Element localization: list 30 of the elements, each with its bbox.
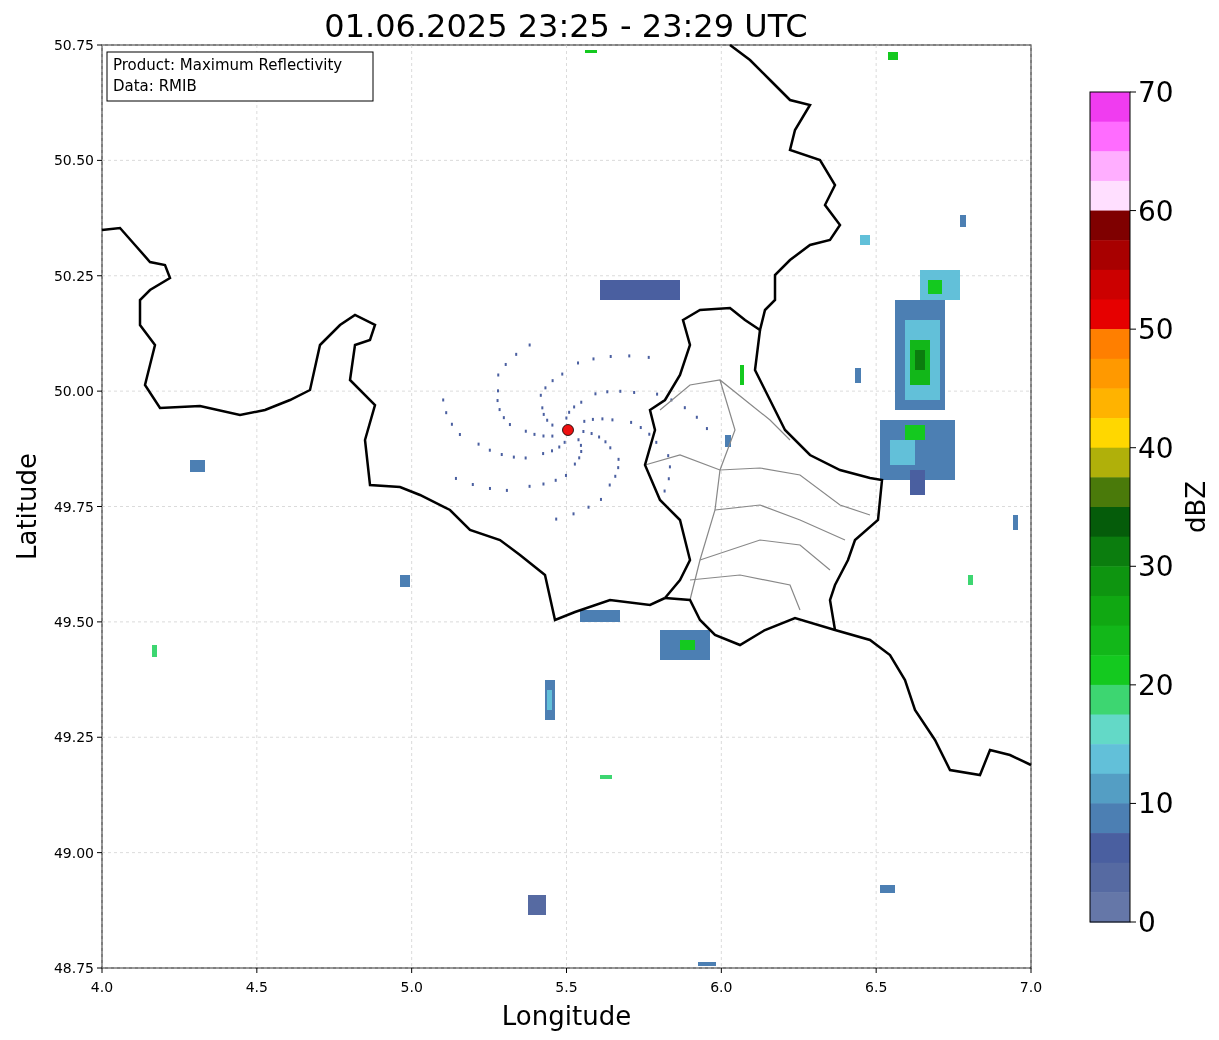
y-tick-label: 50.50 — [53, 152, 94, 169]
x-axis-label: Longitude — [501, 1001, 632, 1031]
colorbar-tick-label: 70 — [1138, 76, 1174, 109]
colorbar-tick-label: 20 — [1138, 668, 1174, 702]
y-tick-label: 48.75 — [53, 960, 94, 976]
y-tick-label: 49.25 — [53, 729, 94, 746]
x-tick-label: 4.0 — [90, 979, 114, 995]
y-tick-label: 50.00 — [53, 383, 94, 400]
plot-title: 01.06.2025 23:25 - 23:29 UTC — [324, 7, 808, 45]
x-tick-label: 5.5 — [555, 979, 578, 995]
y-axis-label: Latitude — [12, 453, 42, 560]
x-tick-label: 7.0 — [1019, 979, 1043, 995]
y-tick-label: 50.25 — [53, 267, 94, 284]
colorbar-tick-label: 30 — [1138, 550, 1174, 584]
x-tick-label: 4.5 — [245, 979, 268, 995]
colorbar-tick-label: 50 — [1138, 313, 1174, 347]
annotation-text: Data: RMIB — [113, 77, 197, 95]
y-tick-label: 49.50 — [53, 613, 94, 630]
y-tick-label: 49.75 — [53, 498, 94, 515]
y-tick-label: 50.75 — [53, 37, 94, 53]
x-tick-label: 6.5 — [865, 979, 888, 995]
colorbar-tick-label: 60 — [1138, 194, 1174, 228]
y-tick-label: 49.00 — [53, 844, 94, 861]
x-tick-label: 6.0 — [710, 979, 733, 995]
annotation-text: Product: Maximum Reflectivity — [113, 56, 343, 74]
colorbar-label: dBZ — [1181, 480, 1211, 534]
x-tick-label: 5.0 — [400, 979, 423, 995]
colorbar-tick-label: 10 — [1138, 787, 1174, 821]
colorbar-tick-label: 0 — [1138, 906, 1156, 939]
colorbar-tick-label: 40 — [1138, 431, 1174, 465]
